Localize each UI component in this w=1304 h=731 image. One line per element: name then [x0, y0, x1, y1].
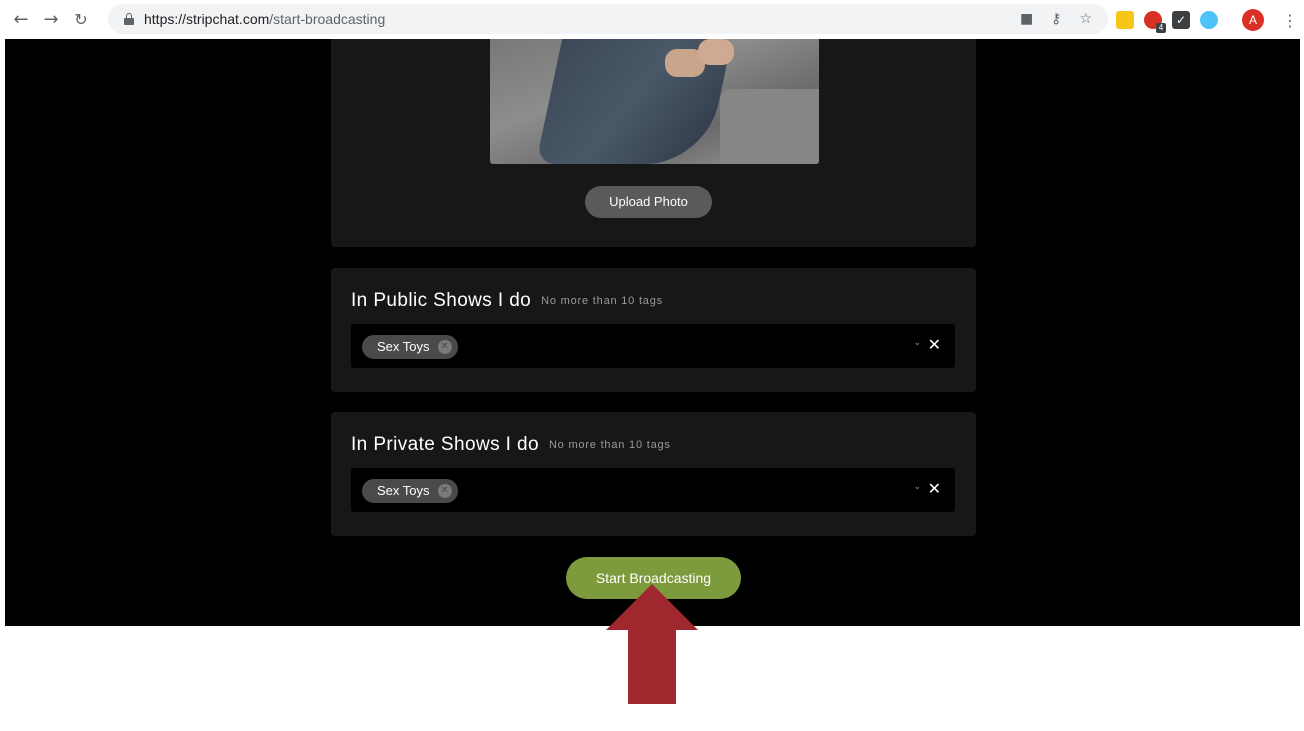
upload-photo-button[interactable]: Upload Photo: [585, 186, 712, 218]
profile-photo: [490, 39, 819, 164]
key-icon[interactable]: ⚷: [1051, 11, 1061, 27]
extension-red-icon[interactable]: 4: [1144, 11, 1166, 33]
public-shows-title: In Public Shows I do No more than 10 tags: [351, 290, 663, 311]
private-shows-card: In Private Shows I do No more than 10 tag…: [331, 412, 976, 536]
chevron-down-icon[interactable]: ⌄: [913, 482, 921, 492]
tag-chip: Sex Toys ✕: [362, 479, 458, 503]
private-shows-hint: No more than 10 tags: [548, 439, 671, 451]
browser-toolbar: ← → ↻ https://stripchat.com/start-broadc…: [0, 0, 1304, 39]
page-content: Upload Photo In Public Shows I do No more…: [5, 39, 1300, 626]
private-tags-input[interactable]: Sex Toys ✕ ⌄ ✕: [351, 468, 955, 512]
public-shows-hint: No more than 10 tags: [541, 295, 663, 307]
tag-chip: Sex Toys ✕: [362, 335, 458, 359]
lock-icon: [124, 13, 134, 25]
extension-yellow-icon[interactable]: [1116, 11, 1134, 29]
photo-card: Upload Photo: [331, 39, 976, 247]
star-icon[interactable]: ☆: [1079, 11, 1092, 27]
extension-badge: 4: [1156, 23, 1166, 33]
back-arrow-icon[interactable]: ←: [8, 6, 34, 32]
public-shows-card: In Public Shows I do No more than 10 tags…: [331, 268, 976, 392]
camera-icon[interactable]: ■: [1020, 11, 1033, 27]
url-text: https://stripchat.com/start-broadcasting: [144, 11, 386, 27]
menu-kebab-icon[interactable]: ⋮: [1282, 11, 1298, 30]
remove-tag-icon[interactable]: ✕: [437, 340, 452, 354]
extension-blue-icon[interactable]: [1200, 11, 1218, 29]
checkbox-extension-icon[interactable]: ✓: [1172, 11, 1190, 29]
profile-avatar[interactable]: A: [1242, 9, 1264, 31]
reload-icon[interactable]: ↻: [68, 6, 94, 32]
annotation-arrow-icon: [606, 584, 698, 704]
forward-arrow-icon[interactable]: →: [38, 6, 64, 32]
address-bar[interactable]: https://stripchat.com/start-broadcasting…: [108, 4, 1108, 34]
remove-tag-icon[interactable]: ✕: [437, 484, 452, 498]
chevron-down-icon[interactable]: ⌄: [913, 338, 921, 348]
clear-tags-icon[interactable]: ✕: [928, 335, 941, 354]
private-shows-title: In Private Shows I do No more than 10 tag…: [351, 434, 671, 455]
clear-tags-icon[interactable]: ✕: [928, 479, 941, 498]
public-tags-input[interactable]: Sex Toys ✕ ⌄ ✕: [351, 324, 955, 368]
